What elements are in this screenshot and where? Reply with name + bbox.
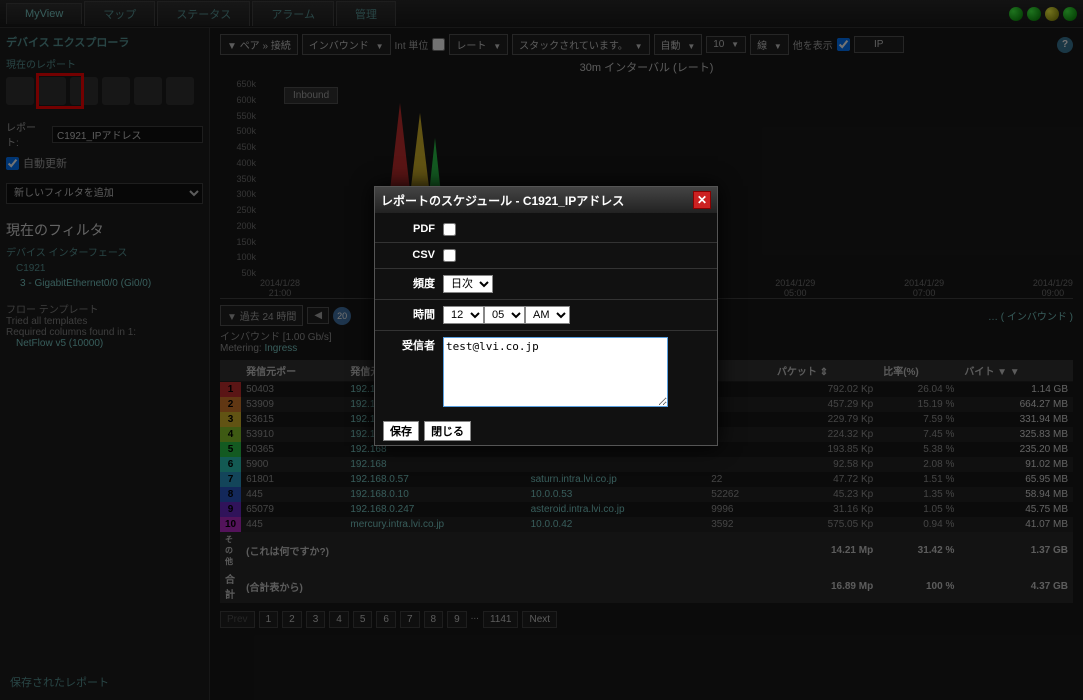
csv-checkbox[interactable] [443,249,456,262]
save-button[interactable]: 保存 [383,421,419,441]
hour-select[interactable]: 12 [443,306,484,324]
recipients-textarea[interactable]: test@lvi.co.jp [443,337,668,407]
pdf-label: PDF [385,223,435,235]
recipients-label: 受信者 [385,337,435,353]
schedule-modal: レポートのスケジュール - C1921_IPアドレス ✕ PDF CSV 頻度 … [374,186,718,446]
close-button[interactable]: 閉じる [424,421,471,441]
minute-select[interactable]: 05 [484,306,525,324]
frequency-select[interactable]: 日次 [443,275,493,293]
ampm-select[interactable]: AM [525,306,570,324]
time-label: 時間 [385,306,435,322]
modal-title-text: レポートのスケジュール - C1921_IPアドレス [381,192,624,209]
pdf-checkbox[interactable] [443,223,456,236]
csv-label: CSV [385,249,435,261]
close-icon[interactable]: ✕ [693,191,711,209]
frequency-label: 頻度 [385,275,435,291]
